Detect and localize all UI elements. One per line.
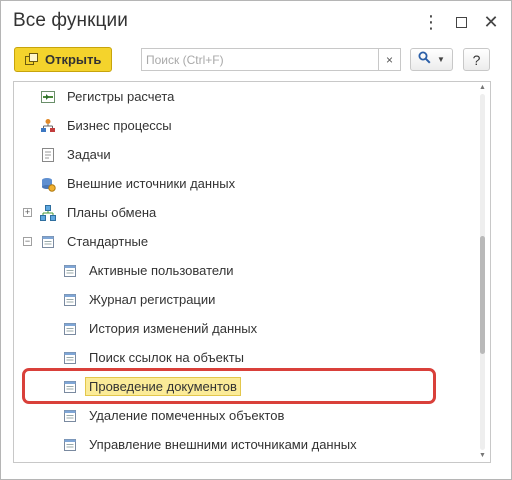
scroll-up-icon[interactable]: ▲ xyxy=(478,84,487,92)
search-box: × xyxy=(141,48,401,71)
tree-item-label: Журнал регистрации xyxy=(89,292,216,307)
find-button[interactable]: ▼ xyxy=(410,48,453,71)
close-icon[interactable]: ✕ xyxy=(480,11,502,33)
form-icon xyxy=(62,321,78,337)
magnifier-icon xyxy=(418,51,431,69)
tree-item[interactable]: Журнал регистрации xyxy=(14,289,474,311)
all-functions-window: Все функции ⋮ ✕ Открыть × ▼ xyxy=(0,0,512,480)
clear-search-button[interactable]: × xyxy=(378,49,400,70)
tree-item[interactable]: Регистры расчета xyxy=(14,86,474,108)
open-button-label: Открыть xyxy=(45,52,102,67)
tree-item[interactable]: + Планы обмена xyxy=(14,202,474,224)
form-icon xyxy=(62,292,78,308)
tree-item[interactable]: Поиск ссылок на объекты xyxy=(14,347,474,369)
tree-item-label: Поиск ссылок на объекты xyxy=(89,350,244,365)
tree-item-label: Задачи xyxy=(67,147,111,162)
tree-item[interactable]: История изменений данных xyxy=(14,318,474,340)
tree-item[interactable]: Проведение документов xyxy=(14,376,474,398)
task-icon xyxy=(40,147,56,163)
chevron-down-icon: ▼ xyxy=(437,55,445,64)
maximize-icon[interactable] xyxy=(450,11,472,33)
standard-folder-icon xyxy=(40,234,56,250)
tree-item-label: Стандартные xyxy=(67,234,149,249)
window-title: Все функции xyxy=(13,10,128,31)
scroll-down-icon[interactable]: ▼ xyxy=(478,452,487,460)
tree-item-label: История изменений данных xyxy=(89,321,258,336)
toolbar: Открыть × ▼ ? xyxy=(1,45,511,77)
vertical-scrollbar[interactable]: ▲ ▼ xyxy=(478,84,487,460)
form-icon xyxy=(62,437,78,453)
form-icon xyxy=(62,379,78,395)
form-icon xyxy=(62,408,78,424)
tree-item-label: Управление внешними источниками данных xyxy=(89,437,357,452)
more-vertical-icon[interactable]: ⋮ xyxy=(420,11,442,33)
form-icon xyxy=(62,350,78,366)
tree-item[interactable]: Активные пользователи xyxy=(14,260,474,282)
tree-item[interactable]: Внешние источники данных xyxy=(14,173,474,195)
functions-tree: Регистры расчета Бизнес процессы Задачи Вне… xyxy=(13,81,491,463)
tree-item-label: Планы обмена xyxy=(67,205,157,220)
help-button[interactable]: ? xyxy=(463,48,490,71)
business-process-icon xyxy=(40,118,56,134)
tree-item-label: Активные пользователи xyxy=(89,263,234,278)
tree-item[interactable]: − Стандартные xyxy=(14,231,474,253)
scroll-thumb[interactable] xyxy=(480,236,485,354)
open-button[interactable]: Открыть xyxy=(14,47,112,72)
tree-item[interactable]: Удаление помеченных объектов xyxy=(14,405,474,427)
form-icon xyxy=(62,263,78,279)
tree-item-label: Удаление помеченных объектов xyxy=(89,408,285,423)
tree-item-label: Проведение документов xyxy=(85,377,241,396)
exchange-plan-icon xyxy=(40,205,56,221)
tree-item-label: Внешние источники данных xyxy=(67,176,236,191)
open-icon xyxy=(25,53,38,66)
search-input[interactable] xyxy=(142,49,376,70)
tree-item[interactable]: Бизнес процессы xyxy=(14,115,474,137)
collapse-icon[interactable]: − xyxy=(23,237,32,246)
tree-item[interactable]: Управление внешними источниками данных xyxy=(14,434,474,456)
external-data-icon xyxy=(40,176,56,192)
tree-item-label: Бизнес процессы xyxy=(67,118,172,133)
tree-item[interactable]: Задачи xyxy=(14,144,474,166)
calc-register-icon xyxy=(40,89,56,105)
tree-item-label: Регистры расчета xyxy=(67,89,175,104)
expand-icon[interactable]: + xyxy=(23,208,32,217)
